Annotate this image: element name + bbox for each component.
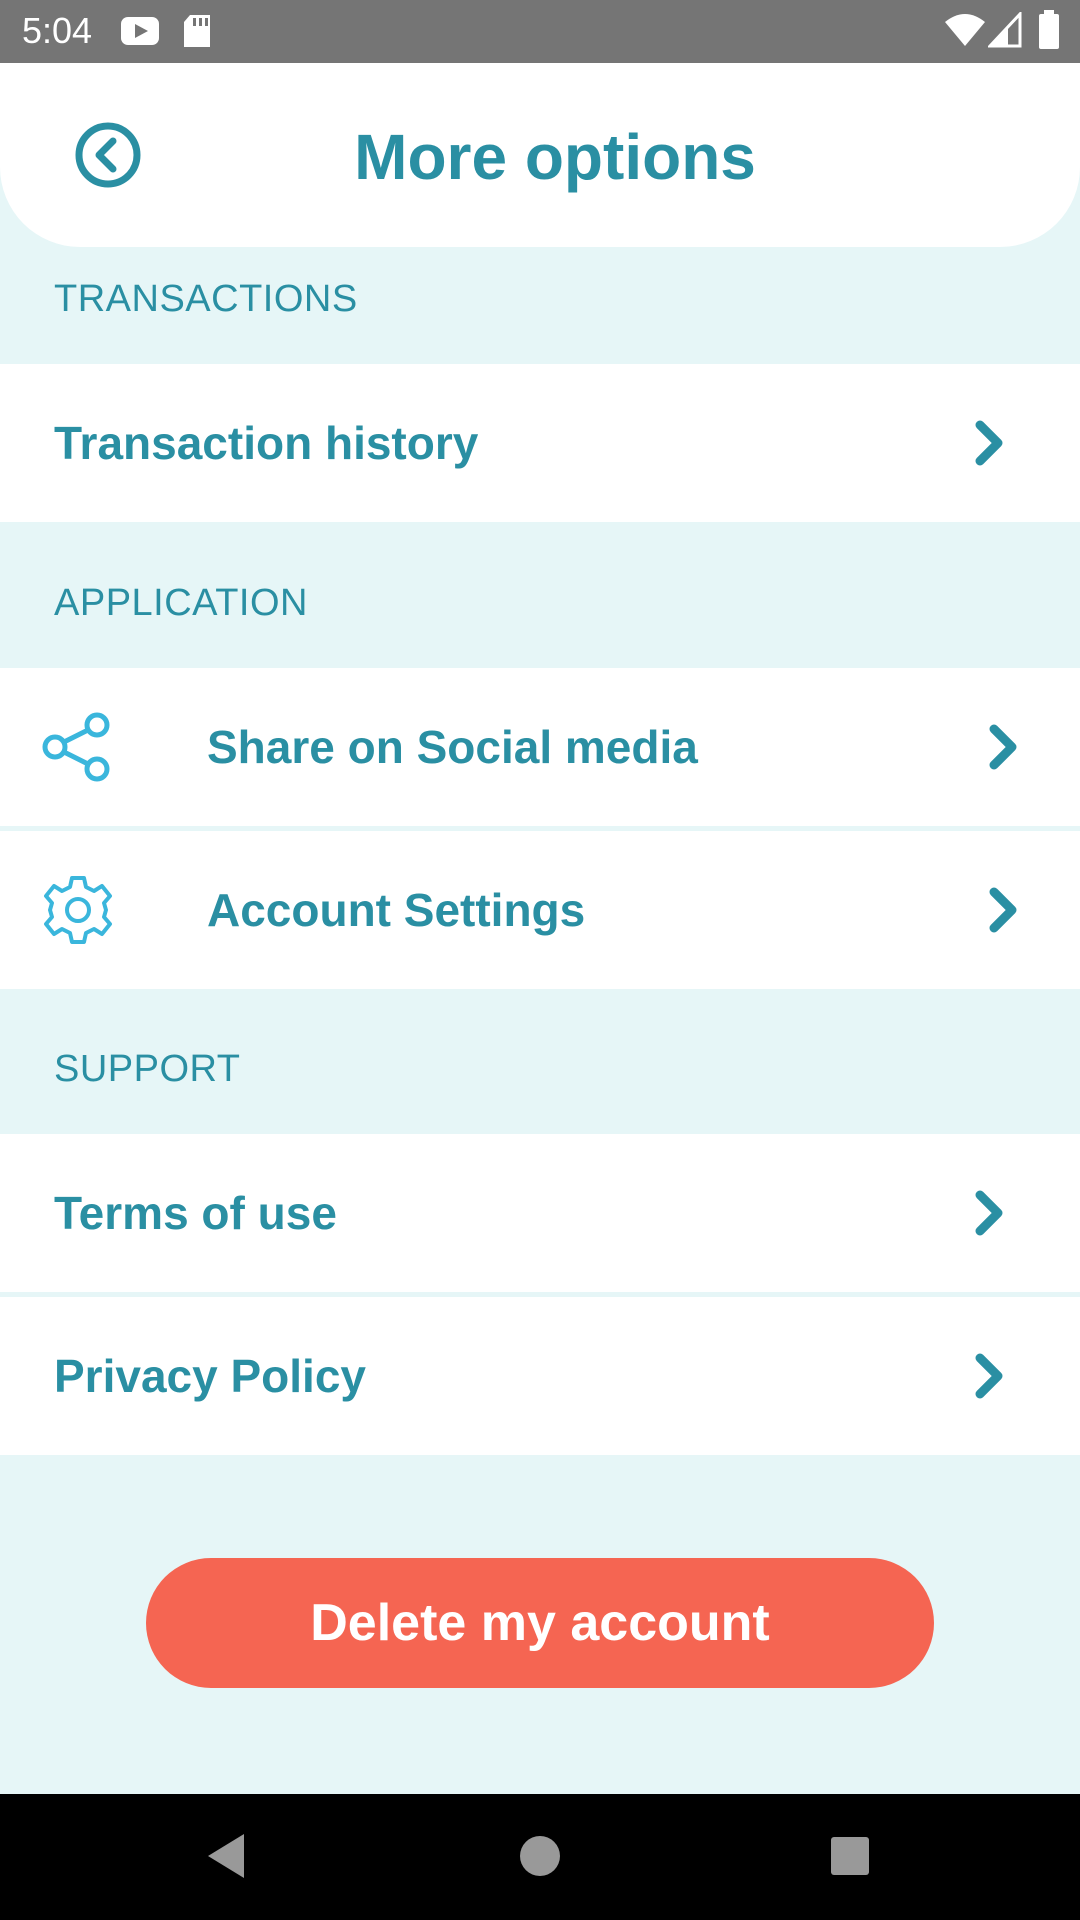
status-bar: 5:04 — [0, 0, 1080, 63]
recents-square-icon[interactable] — [818, 1824, 882, 1888]
sd-card-icon — [184, 15, 210, 47]
navigation-bar — [0, 1794, 1080, 1920]
menu-item-account-settings[interactable]: Account Settings — [0, 831, 1080, 989]
cell-signal-icon — [988, 12, 1022, 48]
home-circle-icon[interactable] — [508, 1824, 572, 1888]
page-title: More options — [354, 121, 756, 193]
section-label-support: SUPPORT — [54, 1048, 241, 1090]
menu-item-terms-of-use[interactable]: Terms of use — [0, 1134, 1080, 1292]
section-label-transactions: TRANSACTIONS — [54, 278, 358, 320]
menu-item-label: Transaction history — [54, 417, 479, 469]
chevron-right-icon — [989, 724, 1017, 770]
section-label-application: APPLICATION — [54, 582, 308, 624]
menu-item-label: Terms of use — [54, 1187, 337, 1239]
menu-item-privacy-policy[interactable]: Privacy Policy — [0, 1297, 1080, 1455]
chevron-right-icon — [975, 420, 1003, 466]
gear-icon — [44, 876, 112, 944]
chevron-right-icon — [975, 1190, 1003, 1236]
battery-icon — [1039, 10, 1059, 49]
menu-item-share-social-media[interactable]: Share on Social media — [0, 668, 1080, 826]
header: More options — [0, 63, 1080, 247]
share-icon — [42, 712, 110, 782]
youtube-icon — [121, 17, 159, 45]
status-time: 5:04 — [22, 10, 93, 51]
back-triangle-icon[interactable] — [196, 1824, 260, 1888]
chevron-right-icon — [975, 1353, 1003, 1399]
menu-item-label: Share on Social media — [207, 721, 698, 773]
wifi-icon — [945, 14, 985, 46]
menu-item-label: Privacy Policy — [54, 1350, 366, 1402]
chevron-right-icon — [989, 887, 1017, 933]
delete-account-button[interactable]: Delete my account — [146, 1558, 934, 1688]
menu-item-transaction-history[interactable]: Transaction history — [0, 364, 1080, 522]
menu-item-label: Account Settings — [207, 884, 586, 936]
